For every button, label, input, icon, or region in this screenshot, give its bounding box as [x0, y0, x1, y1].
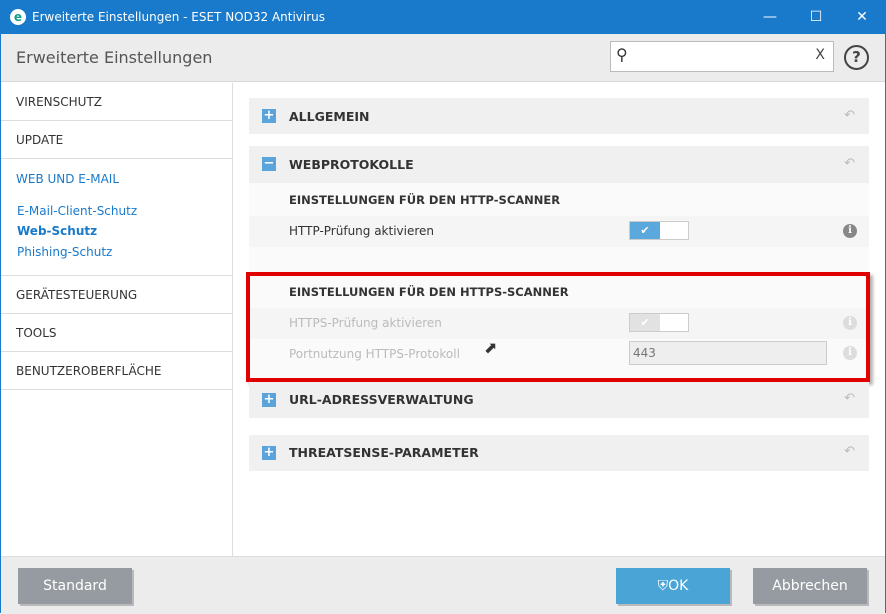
section-threatsense[interactable]: + THREATSENSE-PARAMETER ↶: [249, 435, 869, 471]
section-title: THREATSENSE-PARAMETER: [289, 445, 479, 460]
section-title: ALLGEMEIN: [289, 109, 370, 124]
expand-icon[interactable]: +: [262, 446, 276, 460]
expand-icon[interactable]: +: [262, 393, 276, 407]
page-title: Erweiterte Einstellungen: [16, 48, 213, 67]
sidebar-item-virenschutz[interactable]: VIRENSCHUTZ: [1, 83, 232, 121]
http-enable-label: HTTP-Prüfung aktivieren: [289, 224, 435, 238]
expand-icon[interactable]: +: [262, 109, 276, 123]
header: Erweiterte Einstellungen ⚲ X ?: [1, 34, 885, 82]
ok-button[interactable]: ⛨OK: [616, 568, 730, 604]
title-bar: e Erweiterte Einstellungen - ESET NOD32 …: [1, 1, 885, 34]
section-title: WEBPROTOKOLLE: [289, 157, 414, 172]
ok-label: OK: [668, 578, 689, 594]
shield-icon: ⛨: [657, 578, 669, 594]
info-icon[interactable]: i: [843, 224, 857, 238]
revert-icon[interactable]: ↶: [844, 391, 855, 406]
collapse-icon[interactable]: −: [262, 157, 276, 171]
mouse-cursor-icon: ⬈: [484, 338, 498, 357]
sidebar-sub-phishing[interactable]: Phishing-Schutz: [17, 245, 112, 259]
sidebar-item-geraetesteuerung[interactable]: GERÄTESTEUERUNG: [1, 276, 232, 314]
http-enable-toggle[interactable]: ✔: [629, 221, 689, 240]
sidebar-item-web-email[interactable]: WEB UND E-MAIL: [16, 172, 119, 186]
clear-search-button[interactable]: X: [815, 47, 825, 63]
sidebar: VIRENSCHUTZ UPDATE WEB UND E-MAIL E-Mail…: [1, 83, 233, 556]
eset-logo-icon: e: [10, 9, 26, 25]
sidebar-item-update[interactable]: UPDATE: [1, 121, 232, 159]
section-webprotokolle[interactable]: − WEBPROTOKOLLE ↶: [249, 146, 869, 183]
help-button[interactable]: ?: [844, 45, 869, 70]
footer: Standard ⛨OK Abbrechen: [1, 556, 885, 614]
main-panel: + ALLGEMEIN ↶ − WEBPROTOKOLLE ↶ EINSTELL…: [234, 83, 885, 556]
http-heading: EINSTELLUNGEN FÜR DEN HTTP-SCANNER: [289, 193, 561, 207]
search-icon: ⚲: [616, 45, 628, 64]
revert-icon[interactable]: ↶: [844, 156, 855, 171]
check-icon: ✔: [630, 222, 660, 239]
sidebar-item-benutzeroberflaeche[interactable]: BENUTZEROBERFLÄCHE: [1, 352, 232, 390]
sidebar-sub-email-client[interactable]: E-Mail-Client-Schutz: [17, 204, 137, 218]
section-title: URL-ADRESSVERWALTUNG: [289, 392, 474, 407]
highlight-box: [246, 272, 870, 382]
revert-icon[interactable]: ↶: [844, 108, 855, 123]
minimize-button[interactable]: —: [747, 1, 793, 34]
sidebar-item-tools[interactable]: TOOLS: [1, 314, 232, 352]
revert-icon[interactable]: ↶: [844, 444, 855, 459]
section-url[interactable]: + URL-ADRESSVERWALTUNG ↶: [249, 382, 869, 418]
cancel-button[interactable]: Abbrechen: [753, 568, 867, 604]
close-button[interactable]: ✕: [839, 1, 885, 34]
maximize-button[interactable]: ☐: [793, 1, 839, 34]
standard-button[interactable]: Standard: [18, 568, 132, 604]
section-allgemein[interactable]: + ALLGEMEIN ↶: [249, 98, 869, 134]
window-title: Erweiterte Einstellungen - ESET NOD32 An…: [32, 10, 326, 24]
sidebar-sub-web-schutz[interactable]: Web-Schutz: [17, 224, 97, 238]
search-input[interactable]: ⚲ X: [610, 41, 834, 72]
http-row: HTTP-Prüfung aktivieren ✔ i: [249, 216, 869, 247]
